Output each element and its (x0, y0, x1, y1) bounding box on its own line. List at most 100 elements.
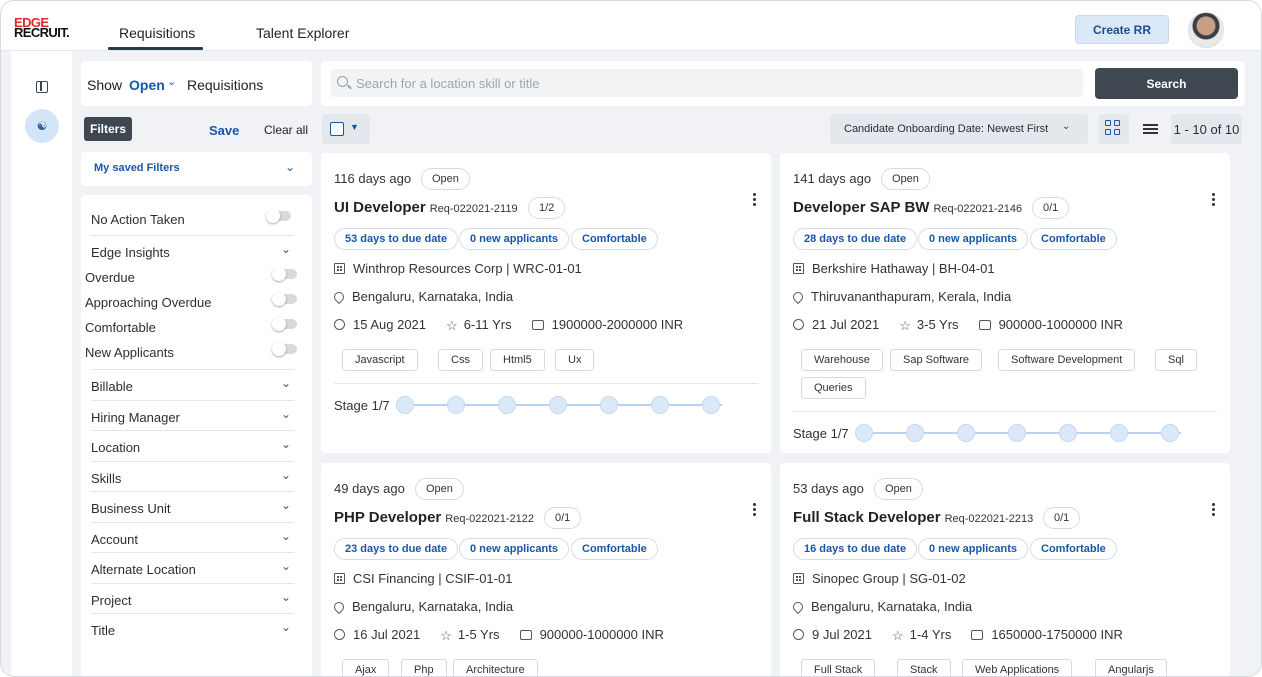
filter-edge-insights[interactable]: Edge Insights (91, 245, 170, 260)
filter-title[interactable]: Title (91, 623, 115, 638)
clear-all-link[interactable]: Clear all (264, 123, 308, 137)
new-applicants-badge[interactable]: 0 new applicants (918, 538, 1029, 560)
posted-ago: 116 days ago (334, 171, 412, 186)
people-icon[interactable]: ☯ (25, 109, 59, 143)
filter-skills[interactable]: Skills (91, 471, 121, 486)
filter-project[interactable]: Project (91, 593, 131, 608)
stage-dot[interactable] (549, 396, 567, 414)
stage-dot[interactable] (600, 396, 618, 414)
chevron-down-icon[interactable]: ⌄ (281, 590, 291, 604)
insight-badge: Comfortable (571, 538, 658, 560)
caret-down-icon[interactable]: ▼ (350, 122, 359, 132)
company-name: Berkshire Hathaway | BH-04-01 (812, 261, 995, 276)
new-applicants-badge[interactable]: 0 new applicants (459, 228, 570, 250)
show-requisitions-selector: Show Open ⌄ Requisitions (81, 61, 312, 106)
select-all-checkbox[interactable] (330, 122, 344, 136)
overdue-toggle[interactable] (272, 267, 297, 281)
more-options-icon[interactable] (753, 503, 757, 518)
chevron-down-icon[interactable]: ⌄ (281, 437, 291, 451)
filters-chip[interactable]: Filters (84, 117, 132, 141)
left-nav-rail: ☯ (11, 51, 72, 676)
job-title[interactable]: UI Developer (334, 199, 426, 216)
requisition-card[interactable]: 49 days ago Open PHP Developer Req-022021-2… (321, 463, 771, 676)
star-icon: ☆ (899, 318, 911, 333)
more-options-icon[interactable] (1212, 193, 1216, 208)
stage-dot[interactable] (906, 424, 924, 442)
tab-talent-explorer[interactable]: Talent Explorer (256, 25, 349, 41)
chevron-down-icon[interactable]: ⌄ (281, 376, 291, 390)
chevron-down-icon[interactable]: ⌄ (167, 75, 176, 88)
requisition-card[interactable]: 116 days ago Open UI Developer Req-022021-2… (321, 153, 771, 453)
requisition-id: Req-022021-2122 (445, 513, 534, 525)
chevron-down-icon[interactable]: ⌄ (1062, 121, 1070, 132)
job-title[interactable]: PHP Developer (334, 509, 441, 526)
job-title[interactable]: Full Stack Developer (793, 509, 941, 526)
stage-dot[interactable] (1008, 424, 1026, 442)
no-action-toggle[interactable] (266, 209, 291, 223)
chevron-down-icon[interactable]: ⌄ (281, 529, 291, 543)
chevron-down-icon[interactable]: ⌄ (285, 160, 295, 174)
filter-billable[interactable]: Billable (91, 379, 133, 394)
chevron-down-icon[interactable]: ⌄ (281, 559, 291, 573)
user-avatar[interactable] (1188, 12, 1224, 48)
filter-hiring-manager[interactable]: Hiring Manager (91, 410, 180, 425)
posted-ago: 53 days ago (793, 481, 864, 496)
saved-filters-dropdown[interactable]: My saved Filters ⌄ (81, 152, 312, 186)
stage-dot[interactable] (1110, 424, 1128, 442)
new-applicants-badge[interactable]: 0 new applicants (459, 538, 570, 560)
chevron-down-icon[interactable]: ⌄ (281, 498, 291, 512)
stage-dot[interactable] (1059, 424, 1077, 442)
requisition-title[interactable]: UI Developer Req-022021-2119 (334, 199, 518, 216)
filter-account[interactable]: Account (91, 532, 138, 547)
job-title[interactable]: Developer SAP BW (793, 199, 929, 216)
wallet-icon (531, 320, 544, 330)
select-all-dropdown[interactable]: ▼ (322, 114, 370, 144)
chevron-down-icon[interactable]: ⌄ (281, 620, 291, 634)
divider (793, 411, 1217, 412)
edge-recruit-logo[interactable]: EDGE RECRUIT. (14, 16, 70, 39)
approaching-overdue-toggle[interactable] (272, 292, 297, 306)
requisition-card[interactable]: 53 days ago Open Full Stack Developer Req-0… (780, 463, 1230, 676)
more-options-icon[interactable] (1212, 503, 1216, 518)
stage-dot[interactable] (702, 396, 720, 414)
chevron-down-icon[interactable]: ⌄ (281, 242, 291, 256)
dashboard-icon[interactable] (36, 81, 48, 93)
create-rr-button[interactable]: Create RR (1075, 15, 1169, 44)
new-applicants-badge[interactable]: 0 new applicants (918, 228, 1029, 250)
star-icon: ☆ (440, 628, 452, 643)
requisition-title[interactable]: Developer SAP BW Req-022021-2146 (793, 199, 1022, 216)
job-location: Bengaluru, Karnataka, India (352, 289, 514, 304)
filter-alternate-location[interactable]: Alternate Location (91, 562, 196, 577)
pagination-count: 1 - 10 of 10 (1171, 114, 1242, 144)
filter-location[interactable]: Location (91, 440, 140, 455)
sort-dropdown[interactable]: Candidate Onboarding Date: Newest First … (830, 114, 1088, 144)
chevron-down-icon[interactable]: ⌄ (281, 468, 291, 482)
stage-dot[interactable] (1161, 424, 1179, 442)
stage-dot[interactable] (651, 396, 669, 414)
stage-dot[interactable] (957, 424, 975, 442)
grid-view-icon[interactable] (1099, 114, 1129, 144)
filter-business-unit[interactable]: Business Unit (91, 501, 170, 516)
search-button[interactable]: Search (1095, 68, 1238, 99)
skill-tag: Javascript (342, 349, 418, 371)
search-input[interactable] (331, 69, 1083, 97)
requisition-title[interactable]: Full Stack Developer Req-022021-2213 (793, 509, 1033, 526)
stage-dot[interactable] (447, 396, 465, 414)
new-applicants-toggle[interactable] (272, 342, 297, 356)
chevron-down-icon[interactable]: ⌄ (281, 407, 291, 421)
requisition-title[interactable]: PHP Developer Req-022021-2122 (334, 509, 534, 526)
building-icon (793, 573, 804, 584)
history-icon (334, 319, 345, 330)
wallet-icon (519, 630, 532, 640)
stage-dot[interactable] (855, 424, 873, 442)
skill-tag: Sql (1155, 349, 1197, 371)
tab-requisitions[interactable]: Requisitions (119, 25, 195, 41)
status-dropdown[interactable]: Open (129, 77, 165, 93)
stage-dot[interactable] (396, 396, 414, 414)
more-options-icon[interactable] (753, 193, 757, 208)
list-view-icon[interactable] (1137, 114, 1165, 144)
stage-dot[interactable] (498, 396, 516, 414)
save-filters-link[interactable]: Save (209, 123, 239, 138)
comfortable-toggle[interactable] (272, 317, 297, 331)
requisition-card[interactable]: 141 days ago Open Developer SAP BW Req-0220… (780, 153, 1230, 453)
